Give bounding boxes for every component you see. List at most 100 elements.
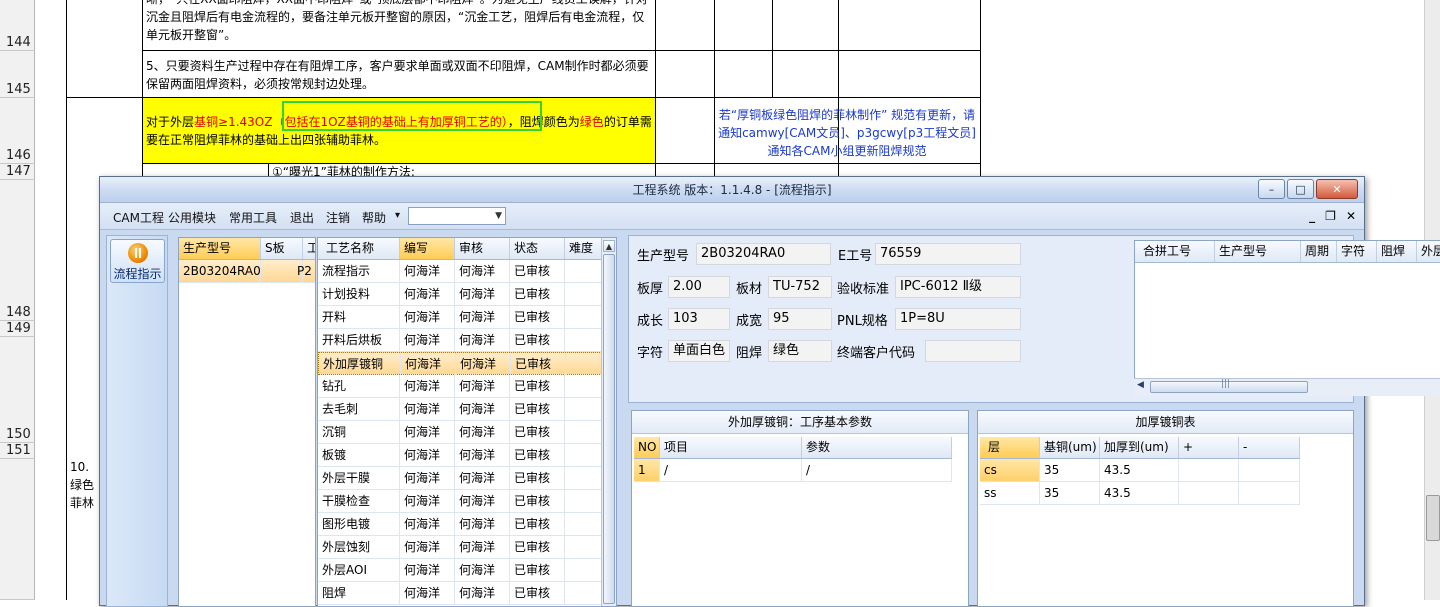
- col-header-status[interactable]: 状态: [510, 238, 565, 259]
- process-reviewer-cell[interactable]: 何海洋: [455, 306, 510, 328]
- process-row[interactable]: 开料后烘板 何海洋 何海洋 已审核: [318, 329, 604, 352]
- row-header-149[interactable]: 149: [0, 321, 35, 337]
- menu-common-tools[interactable]: 常用工具: [229, 209, 277, 226]
- process-author-cell[interactable]: 何海洋: [400, 490, 455, 512]
- process-difficulty-cell[interactable]: [565, 513, 604, 535]
- menu-logout[interactable]: 注销: [326, 209, 350, 226]
- col-header-plus[interactable]: +: [1179, 437, 1239, 458]
- process-difficulty-cell[interactable]: [565, 444, 604, 466]
- process-difficulty-cell[interactable]: [566, 353, 605, 375]
- process-row[interactable]: 干膜检查 何海洋 何海洋 已审核: [318, 490, 604, 513]
- process-author-cell[interactable]: 何海洋: [400, 559, 455, 581]
- process-status-cell[interactable]: 已审核: [510, 398, 565, 420]
- process-author-cell[interactable]: 何海洋: [400, 375, 455, 397]
- row-header-144[interactable]: 144: [0, 0, 35, 51]
- process-difficulty-cell[interactable]: [565, 536, 604, 558]
- process-author-cell[interactable]: 何海洋: [400, 536, 455, 558]
- cell-row145[interactable]: 5、只要资料生产过程中存在有阻焊工序，客户要求单面或双面不印阻焊，CAM制作时都…: [146, 57, 652, 93]
- sheet-scroll-thumb[interactable]: [1426, 495, 1440, 541]
- process-name-cell[interactable]: 去毛刺: [318, 398, 400, 420]
- col-header-character[interactable]: 字符: [1337, 241, 1377, 262]
- process-status-cell[interactable]: 已审核: [510, 536, 565, 558]
- pnl-field[interactable]: 1P=8U: [895, 308, 1021, 330]
- col-header-s-board[interactable]: S板: [261, 238, 303, 259]
- col-header-target[interactable]: 加厚到(um): [1100, 437, 1179, 458]
- process-status-cell[interactable]: 已审核: [510, 260, 565, 282]
- product-extra-cell[interactable]: P2: [297, 260, 315, 282]
- process-reviewer-cell[interactable]: 何海洋: [455, 421, 510, 443]
- scroll-left-icon[interactable]: ◀: [1137, 380, 1144, 390]
- process-status-cell[interactable]: 已审核: [510, 421, 565, 443]
- process-name-cell[interactable]: 板镀: [318, 444, 400, 466]
- model-field[interactable]: 2B03204RA0: [696, 243, 831, 265]
- col-header-no[interactable]: NO: [634, 437, 660, 458]
- product-row[interactable]: 2B03204RA0 P2: [179, 260, 315, 283]
- process-row[interactable]: 钻孔 何海洋 何海洋 已审核: [318, 375, 604, 398]
- merge-grid-hscrollbar[interactable]: ◀ ||| ▶: [1134, 378, 1440, 396]
- standard-field[interactable]: IPC-6012 Ⅱ级: [895, 276, 1021, 298]
- title-bar[interactable]: 工程系统 版本：1.1.4.8 - [流程指示] – □ ✕: [100, 177, 1364, 203]
- col-header-merge-model[interactable]: 生产型号: [1215, 241, 1301, 262]
- process-difficulty-cell[interactable]: [565, 559, 604, 581]
- col-header-difficulty[interactable]: 难度: [565, 238, 604, 259]
- process-name-cell[interactable]: 干膜检查: [318, 490, 400, 512]
- process-name-cell[interactable]: 开料后烘板: [318, 329, 400, 351]
- process-name-cell[interactable]: 开料: [318, 306, 400, 328]
- process-difficulty-cell[interactable]: [565, 375, 604, 397]
- process-difficulty-cell[interactable]: [565, 306, 604, 328]
- merge-scroll-thumb[interactable]: |||: [1150, 379, 1308, 393]
- process-row[interactable]: 外层蚀刻 何海洋 何海洋 已审核: [318, 536, 604, 559]
- process-difficulty-cell[interactable]: [565, 283, 604, 305]
- process-name-cell[interactable]: 流程指示: [318, 260, 400, 282]
- row-header-145[interactable]: 145: [0, 51, 35, 98]
- process-author-cell[interactable]: 何海洋: [400, 513, 455, 535]
- process-author-cell[interactable]: 何海洋: [400, 582, 455, 604]
- process-difficulty-cell[interactable]: [565, 398, 604, 420]
- maximize-button[interactable]: □: [1287, 179, 1314, 199]
- copper-target-cell[interactable]: 43.5: [1100, 459, 1179, 481]
- row-header-150[interactable]: 150: [0, 337, 35, 443]
- col-header-minus[interactable]: -: [1239, 437, 1300, 458]
- process-author-cell[interactable]: 何海洋: [400, 260, 455, 282]
- process-difficulty-cell[interactable]: [565, 467, 604, 489]
- process-row[interactable]: 沉铜 何海洋 何海洋 已审核: [318, 421, 604, 444]
- process-status-cell[interactable]: 已审核: [510, 306, 565, 328]
- process-grid-scrollbar[interactable]: ▲: [601, 238, 616, 606]
- params-value-cell[interactable]: /: [802, 459, 952, 481]
- process-row[interactable]: 计划投料 何海洋 何海洋 已审核: [318, 283, 604, 306]
- copper-target-cell[interactable]: 43.5: [1100, 482, 1179, 504]
- product-model-cell[interactable]: 2B03204RA0: [179, 260, 261, 282]
- process-difficulty-cell[interactable]: [565, 260, 604, 282]
- col-header-param[interactable]: 参数: [802, 437, 952, 458]
- col-header-layer[interactable]: 层: [980, 437, 1040, 458]
- menu-exit[interactable]: 退出: [290, 209, 314, 226]
- end-customer-field[interactable]: [925, 340, 1021, 362]
- length-field[interactable]: 103: [668, 308, 730, 330]
- process-author-cell[interactable]: 何海洋: [401, 353, 456, 375]
- process-reviewer-cell[interactable]: 何海洋: [455, 283, 510, 305]
- menu-cam[interactable]: CAM工程: [113, 209, 164, 226]
- process-name-cell[interactable]: 外层干膜: [318, 467, 400, 489]
- close-button[interactable]: ✕: [1316, 179, 1358, 199]
- col-header-merge-number[interactable]: 合拼工号: [1135, 241, 1215, 262]
- mdi-minimize-button[interactable]: _: [1309, 209, 1315, 223]
- col-header-extra[interactable]: 工: [303, 238, 315, 259]
- copper-layer-cell[interactable]: ss: [980, 482, 1040, 504]
- process-author-cell[interactable]: 何海洋: [400, 444, 455, 466]
- process-name-cell[interactable]: 钻孔: [318, 375, 400, 397]
- e-number-field[interactable]: 76559: [875, 243, 1021, 265]
- process-name-cell[interactable]: 沉铜: [318, 421, 400, 443]
- material-field[interactable]: TU-752: [768, 276, 832, 298]
- process-scroll-thumb[interactable]: [603, 254, 615, 604]
- copper-plus-cell[interactable]: [1179, 459, 1239, 481]
- menu-combo-box[interactable]: ▼: [408, 207, 506, 225]
- process-reviewer-cell[interactable]: 何海洋: [455, 444, 510, 466]
- process-reviewer-cell[interactable]: 何海洋: [456, 353, 511, 375]
- process-difficulty-cell[interactable]: [565, 421, 604, 443]
- process-author-cell[interactable]: 何海洋: [400, 329, 455, 351]
- process-row[interactable]: 阻焊 何海洋 何海洋 已审核: [318, 582, 604, 605]
- process-author-cell[interactable]: 何海洋: [400, 421, 455, 443]
- mdi-close-button[interactable]: ✕: [1346, 209, 1356, 223]
- process-name-cell[interactable]: 外加厚镀铜: [319, 353, 401, 375]
- copper-plus-cell[interactable]: [1179, 482, 1239, 504]
